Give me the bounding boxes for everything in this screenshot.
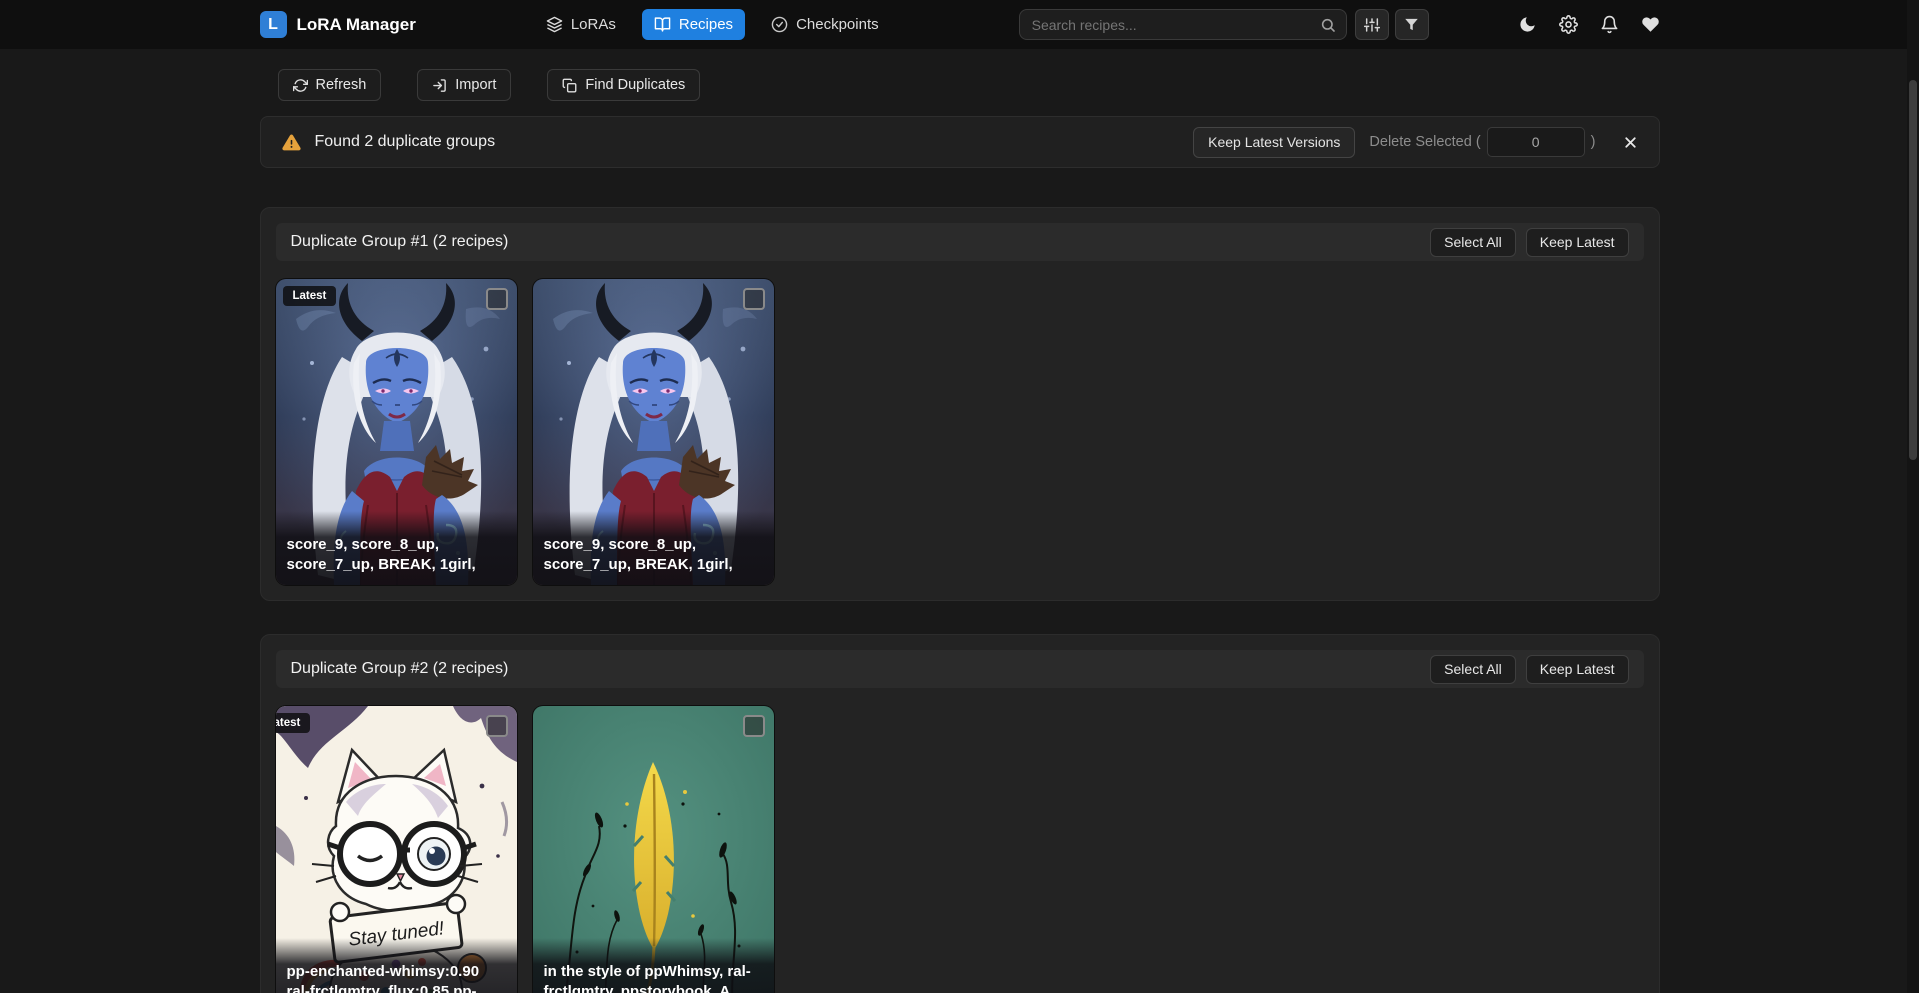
keep-latest-button[interactable]: Keep Latest <box>1526 655 1629 684</box>
duplicate-group-2: Duplicate Group #2 (2 recipes) Select Al… <box>260 634 1660 993</box>
duplicates-alert-banner: Found 2 duplicate groups Keep Latest Ver… <box>260 116 1660 168</box>
favorites-button[interactable] <box>1641 15 1660 34</box>
layers-icon <box>546 16 563 33</box>
search-area <box>1019 9 1429 40</box>
recipes-toolbar: Refresh Import Find Duplicates <box>260 69 1660 101</box>
close-alert-button[interactable] <box>1622 134 1639 151</box>
card-select-checkbox[interactable] <box>743 288 765 310</box>
moon-icon <box>1518 15 1537 34</box>
latest-badge: Latest <box>283 286 337 306</box>
nav-loras[interactable]: LoRAs <box>534 9 628 40</box>
refresh-icon <box>293 78 308 93</box>
search-box <box>1019 9 1347 40</box>
scrollbar-track[interactable] <box>1907 0 1919 993</box>
duplicate-group-2-header: Duplicate Group #2 (2 recipes) Select Al… <box>276 650 1644 688</box>
import-button-label: Import <box>455 77 496 93</box>
duplicate-group-1-cards: Latest score_9, score_8_up, score_7_up, … <box>276 279 1644 585</box>
latest-badge: Latest <box>276 713 311 733</box>
duplicate-group-2-cards: Stay tuned! Latest pp-enchanted-whimsy:0… <box>276 706 1644 993</box>
sliders-icon <box>1364 17 1380 33</box>
theme-toggle-button[interactable] <box>1518 15 1537 34</box>
warning-icon <box>281 132 302 153</box>
book-icon <box>654 16 671 33</box>
duplicate-group-2-title: Duplicate Group #2 (2 recipes) <box>291 660 509 678</box>
search-icon[interactable] <box>1320 17 1336 33</box>
header-right-icons <box>1518 15 1660 34</box>
recipe-prompt: in the style of ppWhimsy, ral-frctlgmtry… <box>533 938 774 993</box>
nav-recipes-label: Recipes <box>679 16 733 33</box>
funnel-filter-button[interactable] <box>1395 9 1429 40</box>
nav-recipes[interactable]: Recipes <box>642 9 745 40</box>
delete-selected-suffix: ) <box>1591 134 1596 150</box>
recipe-card[interactable]: in the style of ppWhimsy, ral-frctlgmtry… <box>533 706 774 993</box>
delete-selected-control[interactable]: Delete Selected ( ) <box>1369 127 1595 157</box>
find-duplicates-button[interactable]: Find Duplicates <box>547 69 700 101</box>
recipe-prompt: pp-enchanted-whimsy:0.90 ral-frctlgmtry_… <box>276 938 517 993</box>
nav-checkpoints-label: Checkpoints <box>796 16 879 33</box>
scrollbar-thumb[interactable] <box>1909 80 1917 460</box>
refresh-button[interactable]: Refresh <box>278 69 382 101</box>
select-all-button[interactable]: Select All <box>1430 655 1516 684</box>
keep-latest-button[interactable]: Keep Latest <box>1526 228 1629 257</box>
select-all-button[interactable]: Select All <box>1430 228 1516 257</box>
settings-button[interactable] <box>1559 15 1578 34</box>
recipe-prompt: score_9, score_8_up, score_7_up, BREAK, … <box>276 511 517 585</box>
duplicates-icon <box>562 78 577 93</box>
recipe-card[interactable]: Latest score_9, score_8_up, score_7_up, … <box>276 279 517 585</box>
sliders-filter-button[interactable] <box>1355 9 1389 40</box>
card-select-checkbox[interactable] <box>486 288 508 310</box>
app-header: L LoRA Manager LoRAs Recipes Checkpoi <box>0 0 1919 49</box>
nav-loras-label: LoRAs <box>571 16 616 33</box>
duplicate-group-1: Duplicate Group #1 (2 recipes) Select Al… <box>260 207 1660 601</box>
main-content: Refresh Import Find Duplicates Found 2 d… <box>260 69 1660 993</box>
recipe-prompt: score_9, score_8_up, score_7_up, BREAK, … <box>533 511 774 585</box>
duplicate-group-2-actions: Select All Keep Latest <box>1430 655 1628 684</box>
recipe-card[interactable]: score_9, score_8_up, score_7_up, BREAK, … <box>533 279 774 585</box>
duplicate-group-1-header: Duplicate Group #1 (2 recipes) Select Al… <box>276 223 1644 261</box>
alert-actions: Keep Latest Versions Delete Selected ( ) <box>1193 127 1638 158</box>
main-nav: LoRAs Recipes Checkpoints <box>534 9 891 40</box>
import-button[interactable]: Import <box>417 69 511 101</box>
check-circle-icon <box>771 16 788 33</box>
nav-checkpoints[interactable]: Checkpoints <box>759 9 891 40</box>
alert-message: Found 2 duplicate groups <box>315 133 496 151</box>
app-logo[interactable]: L LoRA Manager <box>260 11 416 38</box>
heart-icon <box>1641 15 1660 34</box>
card-select-checkbox[interactable] <box>486 715 508 737</box>
card-select-checkbox[interactable] <box>743 715 765 737</box>
search-input[interactable] <box>1032 17 1320 33</box>
keep-latest-versions-button[interactable]: Keep Latest Versions <box>1193 127 1355 158</box>
app-title: LoRA Manager <box>297 15 416 35</box>
duplicate-group-1-title: Duplicate Group #1 (2 recipes) <box>291 233 509 251</box>
app-logo-icon: L <box>260 11 287 38</box>
import-icon <box>432 78 447 93</box>
delete-count-input[interactable] <box>1487 127 1585 157</box>
notifications-button[interactable] <box>1600 15 1619 34</box>
delete-selected-prefix: Delete Selected ( <box>1369 134 1480 150</box>
funnel-icon <box>1404 17 1419 32</box>
close-icon <box>1622 134 1639 151</box>
find-duplicates-button-label: Find Duplicates <box>585 77 685 93</box>
bell-icon <box>1600 15 1619 34</box>
duplicate-group-1-actions: Select All Keep Latest <box>1430 228 1628 257</box>
recipe-card[interactable]: Stay tuned! Latest pp-enchanted-whimsy:0… <box>276 706 517 993</box>
refresh-button-label: Refresh <box>316 77 367 93</box>
gear-icon <box>1559 15 1578 34</box>
